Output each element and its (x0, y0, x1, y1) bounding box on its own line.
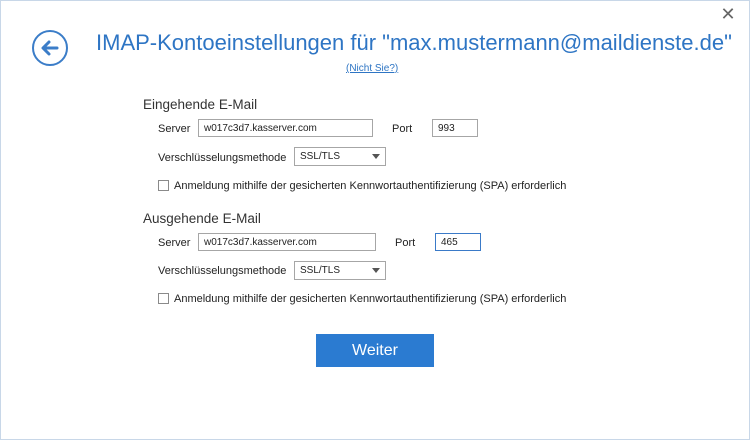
outgoing-encryption-label: Verschlüsselungsmethode (158, 265, 287, 277)
incoming-spa-checkbox[interactable] (158, 180, 169, 191)
incoming-port-input[interactable]: 993 (432, 119, 478, 137)
close-icon[interactable]: ✕ (718, 4, 738, 24)
next-button[interactable]: Weiter (316, 334, 434, 367)
outgoing-server-input[interactable]: w017c3d7.kasserver.com (198, 233, 376, 251)
outgoing-spa-label: Anmeldung mithilfe der gesicherten Kennw… (174, 293, 567, 305)
chevron-down-icon (372, 154, 380, 159)
dialog-title: IMAP-Kontoeinstellungen für "max.musterm… (96, 30, 732, 55)
incoming-server-label: Server (158, 123, 191, 135)
outgoing-encryption-select[interactable]: SSL/TLS (294, 261, 386, 280)
incoming-mail-heading: Eingehende E-Mail (143, 97, 258, 112)
incoming-encryption-label: Verschlüsselungsmethode (158, 152, 287, 164)
incoming-spa-label: Anmeldung mithilfe der gesicherten Kennw… (174, 180, 567, 192)
chevron-down-icon (372, 268, 380, 273)
not-you-link[interactable]: (Nicht Sie?) (346, 63, 398, 74)
outgoing-port-input[interactable]: 465 (435, 233, 481, 251)
incoming-encryption-value: SSL/TLS (300, 151, 341, 162)
outgoing-mail-heading: Ausgehende E-Mail (143, 211, 261, 226)
incoming-encryption-select[interactable]: SSL/TLS (294, 147, 386, 166)
outgoing-port-label: Port (395, 237, 416, 249)
outgoing-spa-checkbox[interactable] (158, 293, 169, 304)
incoming-server-input[interactable]: w017c3d7.kasserver.com (198, 119, 373, 137)
outgoing-server-label: Server (158, 237, 191, 249)
incoming-port-label: Port (392, 123, 413, 135)
outgoing-encryption-value: SSL/TLS (300, 265, 341, 276)
back-arrow-icon[interactable] (32, 30, 68, 66)
